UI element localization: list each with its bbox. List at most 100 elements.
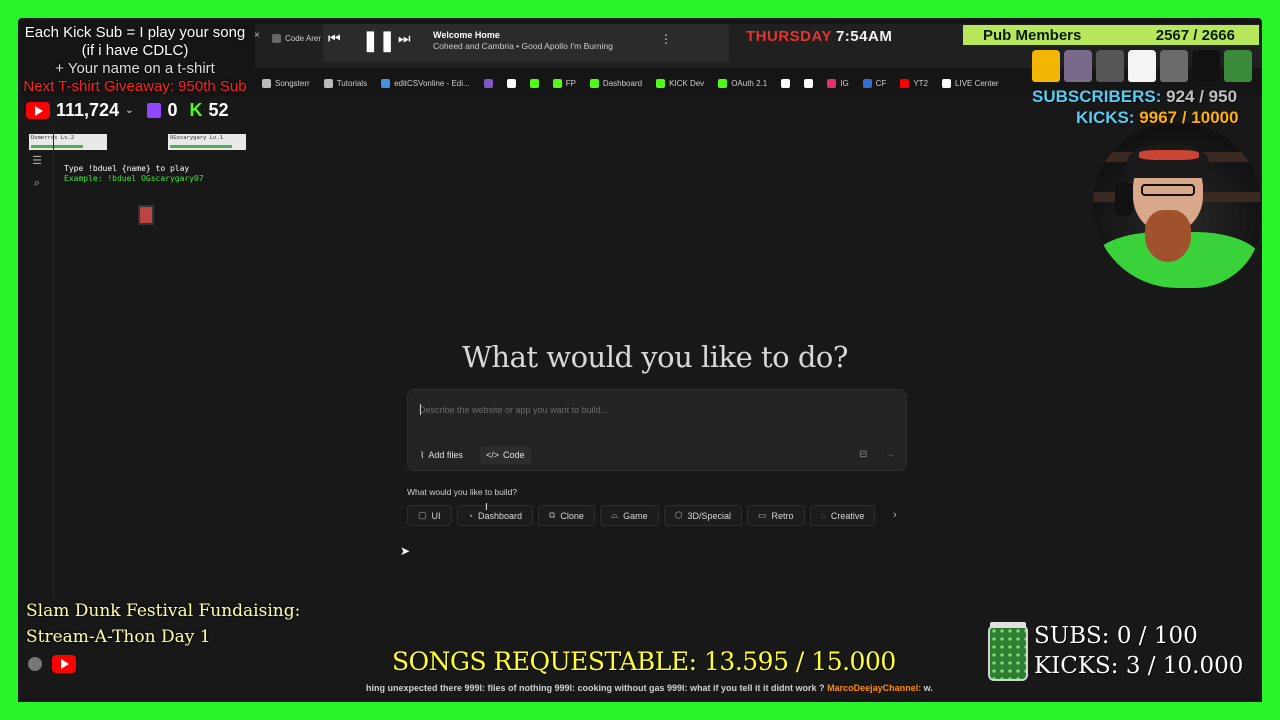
promo-text: Each Kick Sub = I play your song (if i h… bbox=[15, 24, 255, 96]
category-chip[interactable]: ◔ Dashboard bbox=[456, 505, 533, 526]
bookmark-label: OAuth 2.1 bbox=[731, 78, 768, 88]
bookmark-label: Dashboard bbox=[602, 78, 643, 88]
next-track-icon[interactable]: ⏭ bbox=[398, 30, 411, 47]
csv-icon bbox=[381, 78, 391, 88]
bookmark-item[interactable]: editCSVonline - Edi... bbox=[374, 78, 477, 88]
page-title: What would you like to do? bbox=[462, 340, 848, 374]
more-options-icon[interactable]: ⋮ bbox=[660, 32, 672, 46]
add-files-label: Add files bbox=[428, 450, 463, 460]
palette-icon: ◌ bbox=[820, 510, 826, 521]
bookmark-item[interactable] bbox=[797, 78, 820, 88]
bookmark-item[interactable] bbox=[477, 78, 500, 88]
twitch-count: 0 bbox=[167, 99, 178, 120]
category-chip[interactable]: ⧉ Clone bbox=[537, 505, 595, 526]
bookmark-item[interactable] bbox=[523, 78, 546, 88]
kick-count: 52 bbox=[208, 99, 229, 120]
bookmark-label: Tutorials bbox=[336, 78, 368, 88]
youtube-count: 111,724 bbox=[56, 99, 120, 120]
subs-goal: SUBS: 0 / 100 bbox=[1034, 623, 1198, 649]
day-label: THURSDAY bbox=[746, 27, 832, 45]
category-chip[interactable]: ⬡ 3D/Special bbox=[663, 505, 742, 526]
duel-player-card: OGscarygary Lv.1 bbox=[168, 134, 246, 150]
duel-example-text: Example: !bduel OGscarygary07 bbox=[64, 174, 204, 183]
category-chip[interactable]: ▭ Retro bbox=[746, 505, 805, 526]
subscribers-counter: SUBSCRIBERS: 924 / 950 bbox=[1032, 87, 1237, 107]
kicks-value: 9967 / 10000 bbox=[1139, 108, 1239, 127]
bookmark-item[interactable]: CF bbox=[856, 78, 894, 88]
category-label: Creative bbox=[830, 510, 865, 521]
kicks-goal: KICKS: 3 / 10.000 bbox=[1034, 653, 1244, 679]
category-label: UI bbox=[431, 510, 441, 521]
webcam-feed bbox=[1093, 122, 1261, 288]
folder-icon bbox=[323, 78, 333, 88]
text-cursor-icon: I bbox=[485, 502, 488, 513]
previous-track-icon[interactable]: ⏮ bbox=[328, 30, 341, 47]
duel-instructions: Type !bduel {name} to play Example: !bdu… bbox=[64, 164, 204, 184]
pub-members-value: 2567 / 2666 bbox=[1155, 26, 1235, 44]
bookmark-item[interactable]: IG bbox=[820, 78, 855, 88]
gamepad-icon: ⌓ bbox=[610, 510, 619, 520]
chevron-right-icon[interactable]: › bbox=[893, 509, 897, 521]
kick-icon bbox=[656, 78, 666, 88]
bookmark-item[interactable] bbox=[500, 78, 523, 88]
puzzle-icon bbox=[483, 78, 493, 88]
bookmark-label: FP bbox=[565, 78, 576, 88]
bookmark-label: LIVE Center bbox=[955, 78, 999, 88]
tiktok-icon bbox=[942, 78, 952, 88]
build-prompt-label: What would you like to build? bbox=[407, 487, 518, 497]
bookmark-item[interactable]: KICK Dev bbox=[649, 78, 711, 88]
bookmark-item[interactable] bbox=[774, 78, 797, 88]
avatar bbox=[28, 657, 42, 671]
ticker-end: w. bbox=[923, 683, 933, 693]
tip-jar-icon bbox=[988, 625, 1028, 681]
browser-tab[interactable]: Code Arer bbox=[272, 28, 324, 48]
headset-icon bbox=[1115, 182, 1133, 216]
category-chip[interactable]: ▢ UI bbox=[407, 505, 452, 526]
instagram-icon bbox=[827, 78, 837, 88]
bookmark-item[interactable]: OAuth 2.1 bbox=[711, 78, 774, 88]
category-chip[interactable]: ◌ Creative bbox=[809, 505, 876, 526]
add-files-button[interactable]: ⌇ Add files bbox=[414, 446, 469, 464]
send-arrow-icon[interactable]: → bbox=[885, 448, 896, 460]
ticker-text: hing unexpected there 999l: files of not… bbox=[366, 683, 825, 693]
cube-icon: ⬡ bbox=[674, 510, 683, 520]
category-chip[interactable]: ⌓ Game bbox=[599, 505, 659, 526]
x-icon bbox=[804, 78, 814, 88]
tshirt-icon bbox=[1032, 50, 1060, 82]
bookmark-item[interactable]: YT2 bbox=[893, 78, 935, 88]
category-label: Game bbox=[623, 510, 648, 521]
fundraiser-line: Stream-A-Thon Day 1 bbox=[26, 627, 211, 647]
square-icon: ▢ bbox=[418, 510, 427, 520]
text-caret bbox=[420, 404, 421, 415]
bookmark-item[interactable]: LIVE Center bbox=[935, 78, 1006, 88]
menu-icon[interactable]: ☰ bbox=[22, 150, 52, 172]
pause-icon[interactable]: ❚❚ bbox=[362, 28, 396, 53]
chat-ticker: hing unexpected there 999l: files of not… bbox=[366, 683, 986, 693]
bookmark-label: CF bbox=[875, 78, 887, 88]
search-icon[interactable]: ⌕ bbox=[22, 172, 52, 194]
folder-icon bbox=[262, 78, 271, 88]
pub-members-bar: Pub Members 2567 / 2666 bbox=[963, 25, 1259, 45]
enhance-icon[interactable]: ⊟ bbox=[859, 449, 867, 460]
bookmark-item[interactable]: Tutorials bbox=[317, 78, 374, 88]
category-chips: ▢ UI ◔ Dashboard ⧉ Clone ⌓ Game ⬡ 3D/Special ▭ Retr… bbox=[407, 505, 907, 526]
tab-label: Code Arer bbox=[285, 33, 322, 43]
code-label: Code bbox=[503, 450, 525, 460]
bookmark-item[interactable]: Songsterr bbox=[255, 78, 317, 88]
bookmarks-bar: Songsterr Tutorials editCSVonline - Edi...… bbox=[255, 72, 1035, 94]
prompt-input[interactable] bbox=[419, 402, 859, 418]
bookmark-item[interactable]: Dashboard bbox=[583, 78, 649, 88]
bookmark-label: Songsterr bbox=[275, 78, 310, 88]
tshirt-gallery bbox=[1032, 50, 1260, 86]
kick-icon bbox=[552, 78, 562, 88]
date-time-display: THURSDAY 7:54AM bbox=[746, 27, 892, 45]
tshirt-icon bbox=[1160, 50, 1188, 82]
cam-cap-brim bbox=[1139, 150, 1199, 160]
tshirt-icon bbox=[1096, 50, 1124, 82]
fundraiser-line: Slam Dunk Festival Fundaising: bbox=[26, 601, 301, 621]
bookmark-item[interactable]: FP bbox=[546, 78, 583, 88]
code-button[interactable]: </> Code bbox=[480, 446, 531, 464]
promo-line: Next T-shirt Giveaway: 950th Sub bbox=[23, 78, 247, 95]
health-bar bbox=[31, 145, 83, 148]
jar-lid bbox=[990, 622, 1026, 628]
